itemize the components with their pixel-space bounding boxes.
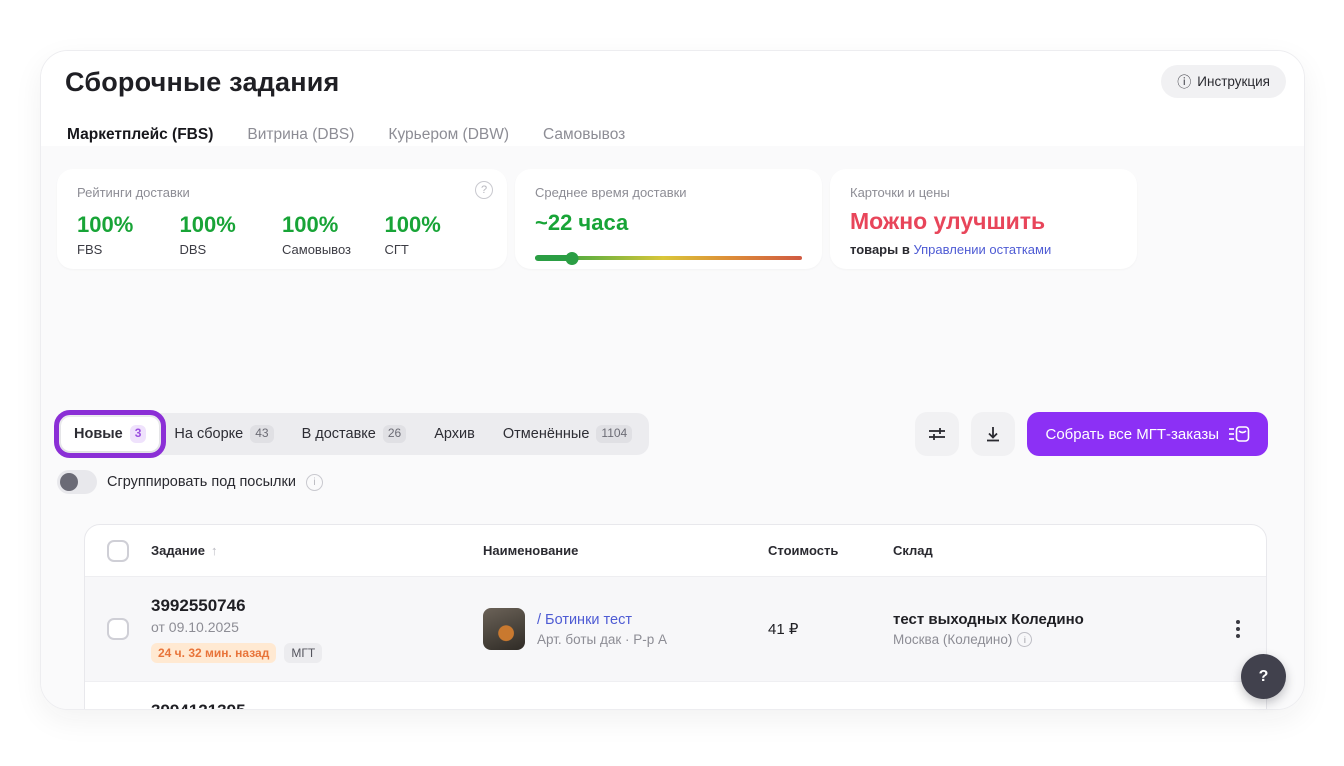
stock-management-link[interactable]: Управлении остатками [913, 242, 1051, 257]
info-icon: ⓘ [1177, 75, 1191, 89]
group-parcels-toggle[interactable] [57, 470, 97, 494]
group-parcels-row: Сгруппировать под посылки i [57, 470, 323, 494]
sort-asc-icon: ↑ [211, 543, 218, 558]
panel-header: Сборочные задания ⓘ Инструкция Маркетпле… [41, 51, 1304, 158]
table-row: 3992550746 от 09.10.2025 24 ч. 32 мин. н… [85, 577, 1266, 682]
delivery-ratings-card: Рейтинги доставки ? 100% FBS 100% DBS 10… [57, 169, 507, 269]
ratings-values: 100% FBS 100% DBS 100% Самовывоз 100% [77, 212, 487, 257]
product-link[interactable]: / Ботинки тест [537, 612, 667, 628]
column-warehouse: Склад [893, 543, 1210, 558]
subtab-assembling[interactable]: На сборке 43 [161, 417, 286, 450]
subtab-count-badge: 3 [130, 425, 147, 442]
sliders-icon [927, 424, 947, 444]
subtab-label: Отменённые [503, 426, 590, 442]
warehouse-name: тест выходных Коледино [893, 611, 1210, 628]
subtab-cancelled[interactable]: Отменённые 1104 [490, 417, 645, 450]
status-filter-row: Новые 3 На сборке 43 В доставке 26 Архив [57, 412, 1268, 456]
subtab-label: На сборке [174, 426, 243, 442]
subtab-label: Новые [74, 426, 123, 442]
group-parcels-info-icon[interactable]: i [306, 474, 323, 491]
age-badge: 24 ч. 32 мин. назад [151, 643, 276, 663]
subtab-archive[interactable]: Архив [421, 418, 488, 450]
mgt-badge: МГТ [284, 643, 322, 663]
page: Сборочные задания ⓘ Инструкция Маркетпле… [0, 0, 1344, 766]
stats-row: Рейтинги доставки ? 100% FBS 100% DBS 10… [57, 169, 1137, 269]
column-price: Стоимость [768, 543, 893, 558]
cards-prices-card: Карточки и цены Можно улучшить товары в … [830, 169, 1137, 269]
package-list-icon [1228, 425, 1250, 443]
rating-value: 100% [180, 212, 283, 238]
cards-prices-status: Можно улучшить [850, 208, 1117, 235]
table-header: Задание ↑ Наименование Стоимость Склад [85, 525, 1266, 577]
task-id: 3992550746 [151, 596, 483, 616]
subtab-count-badge: 26 [383, 425, 406, 442]
warehouse-cell: тест выходных Коледино Москва (Коледино)… [893, 611, 1210, 647]
row-menu-button[interactable] [1230, 614, 1246, 644]
subtab-delivering[interactable]: В доставке 26 [289, 417, 420, 450]
table-row: 3994121395 от 09.10.2025 18 ч. 14 мин. н… [85, 682, 1266, 710]
product-thumbnail[interactable] [483, 608, 525, 650]
task-cell: 3992550746 от 09.10.2025 24 ч. 32 мин. н… [151, 596, 483, 663]
row-checkbox[interactable] [107, 618, 129, 640]
rating-label: Самовывоз [282, 242, 385, 257]
download-button[interactable] [971, 412, 1015, 456]
subtab-count-badge: 1104 [596, 425, 632, 442]
ratings-title: Рейтинги доставки [77, 185, 487, 200]
help-icon[interactable]: ? [475, 181, 493, 199]
rating-sgt: 100% СГТ [385, 212, 488, 257]
rating-label: FBS [77, 242, 180, 257]
rating-fbs: 100% FBS [77, 212, 180, 257]
rating-dbs: 100% DBS [180, 212, 283, 257]
rating-value: 100% [282, 212, 385, 238]
status-filter-tabs: Новые 3 На сборке 43 В доставке 26 Архив [57, 413, 649, 454]
cards-prices-sub: товары в Управлении остатками [850, 242, 1117, 257]
rating-value: 100% [77, 212, 180, 238]
cards-prices-sub-prefix: товары в [850, 242, 910, 257]
subtab-new[interactable]: Новые 3 [61, 417, 159, 450]
panel-content: Рейтинги доставки ? 100% FBS 100% DBS 10… [41, 146, 1304, 709]
collect-button-label: Собрать все МГТ-заказы [1045, 426, 1219, 443]
rating-value: 100% [385, 212, 488, 238]
delivery-time-card: Среднее время доставки ~22 часа [515, 169, 822, 269]
subtab-count-badge: 43 [250, 425, 273, 442]
column-name: Наименование [483, 543, 768, 558]
warehouse-location: Москва (Коледино) [893, 632, 1012, 647]
instruction-button[interactable]: ⓘ Инструкция [1161, 65, 1286, 98]
assembly-tasks-panel: Сборочные задания ⓘ Инструкция Маркетпле… [40, 50, 1305, 710]
rating-pickup: 100% Самовывоз [282, 212, 385, 257]
delivery-time-title: Среднее время доставки [535, 185, 802, 200]
price-value: 41 ₽ [768, 621, 798, 638]
support-help-button[interactable]: ? [1241, 654, 1286, 699]
table-toolbar: Собрать все МГТ-заказы [915, 412, 1268, 456]
task-date: от 09.10.2025 [151, 619, 483, 635]
column-task[interactable]: Задание ↑ [151, 543, 483, 558]
delivery-time-gauge [535, 252, 802, 264]
task-id: 3994121395 [151, 701, 483, 711]
tasks-table: Задание ↑ Наименование Стоимость Склад 39… [84, 524, 1267, 710]
task-cell: 3994121395 от 09.10.2025 18 ч. 14 мин. н… [151, 701, 483, 711]
subtab-label: Архив [434, 426, 475, 442]
toggle-knob [60, 473, 78, 491]
select-all-checkbox[interactable] [107, 540, 129, 562]
instruction-label: Инструкция [1197, 74, 1270, 89]
group-parcels-label: Сгруппировать под посылки [107, 474, 296, 490]
page-title: Сборочные задания [65, 67, 1280, 98]
filters-button[interactable] [915, 412, 959, 456]
product-article: Арт. боты дак · Р-р А [537, 632, 667, 647]
column-task-label: Задание [151, 543, 205, 558]
warehouse-info-icon[interactable]: i [1017, 632, 1032, 647]
gauge-knob [566, 252, 579, 265]
product-cell: / Ботинки тест Арт. боты дак · Р-р А [483, 608, 768, 650]
rating-label: DBS [180, 242, 283, 257]
collect-mgt-orders-button[interactable]: Собрать все МГТ-заказы [1027, 412, 1268, 456]
delivery-time-value: ~22 часа [535, 210, 802, 236]
subtab-label: В доставке [302, 426, 376, 442]
cards-prices-title: Карточки и цены [850, 185, 1117, 200]
rating-label: СГТ [385, 242, 488, 257]
download-icon [983, 424, 1003, 444]
